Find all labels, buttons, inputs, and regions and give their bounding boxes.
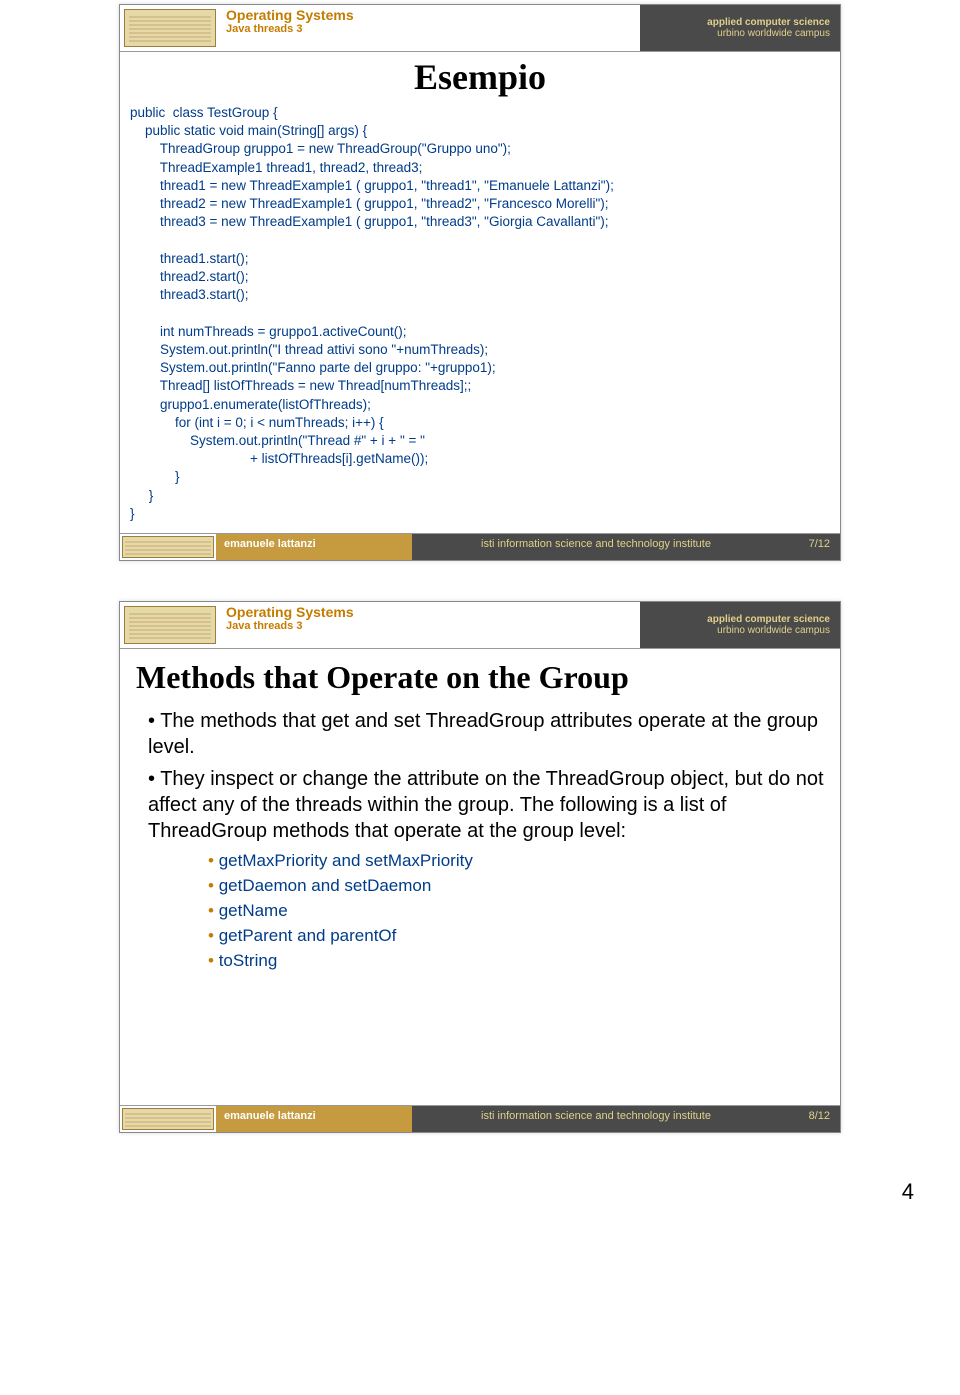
sub-bullet-item: getParent and parentOf	[208, 925, 826, 947]
slide-body: Esempio public class TestGroup { public …	[120, 52, 840, 533]
footer-institute: isti information science and technology …	[412, 1106, 780, 1132]
header-titles: Operating Systems Java threads 3	[220, 5, 640, 51]
bullet-item: They inspect or change the attribute on …	[148, 766, 826, 972]
sub-bullet-item: getDaemon and setDaemon	[208, 875, 826, 897]
slide-title: Methods that Operate on the Group	[130, 659, 830, 696]
slide-header: Operating Systems Java threads 3 applied…	[120, 602, 840, 649]
header-titles: Operating Systems Java threads 3	[220, 602, 640, 648]
bullet-item: The methods that get and set ThreadGroup…	[148, 708, 826, 760]
slide-footer: emanuele lattanzi isti information scien…	[120, 1105, 840, 1132]
header-department: applied computer science urbino worldwid…	[640, 602, 840, 648]
sub-bullet-item: toString	[208, 950, 826, 972]
course-subtitle: Java threads 3	[226, 23, 634, 35]
dept-line1: applied computer science	[650, 17, 830, 28]
course-title: Operating Systems	[226, 604, 634, 620]
footer-crest-icon	[122, 536, 214, 558]
sub-bullet-item: getMaxPriority and setMaxPriority	[208, 850, 826, 872]
university-crest-icon	[124, 9, 216, 47]
slide-body: Methods that Operate on the Group The me…	[120, 649, 840, 1105]
course-title: Operating Systems	[226, 7, 634, 23]
bullet-text: They inspect or change the attribute on …	[148, 768, 824, 842]
slide-header: Operating Systems Java threads 3 applied…	[120, 5, 840, 52]
sub-bullet-item: getName	[208, 900, 826, 922]
header-department: applied computer science urbino worldwid…	[640, 5, 840, 51]
dept-line2: urbino worldwide campus	[650, 625, 830, 636]
dept-line2: urbino worldwide campus	[650, 28, 830, 39]
handout-page-number: 4	[0, 1173, 960, 1235]
footer-crest-icon	[122, 1108, 214, 1130]
footer-author: emanuele lattanzi	[216, 1106, 412, 1132]
footer-page: 8/12	[780, 1106, 840, 1132]
slide-title: Esempio	[130, 56, 830, 98]
course-subtitle: Java threads 3	[226, 620, 634, 632]
slide-2: Operating Systems Java threads 3 applied…	[119, 601, 841, 1133]
footer-page: 7/12	[780, 534, 840, 560]
footer-author: emanuele lattanzi	[216, 534, 412, 560]
slide-footer: emanuele lattanzi isti information scien…	[120, 533, 840, 560]
slide-1: Operating Systems Java threads 3 applied…	[119, 4, 841, 561]
sub-bullet-list: getMaxPriority and setMaxPriority getDae…	[148, 850, 826, 972]
dept-line1: applied computer science	[650, 614, 830, 625]
bullet-list: The methods that get and set ThreadGroup…	[134, 708, 826, 972]
footer-institute: isti information science and technology …	[412, 534, 780, 560]
university-crest-icon	[124, 606, 216, 644]
code-listing: public class TestGroup { public static v…	[130, 104, 830, 523]
